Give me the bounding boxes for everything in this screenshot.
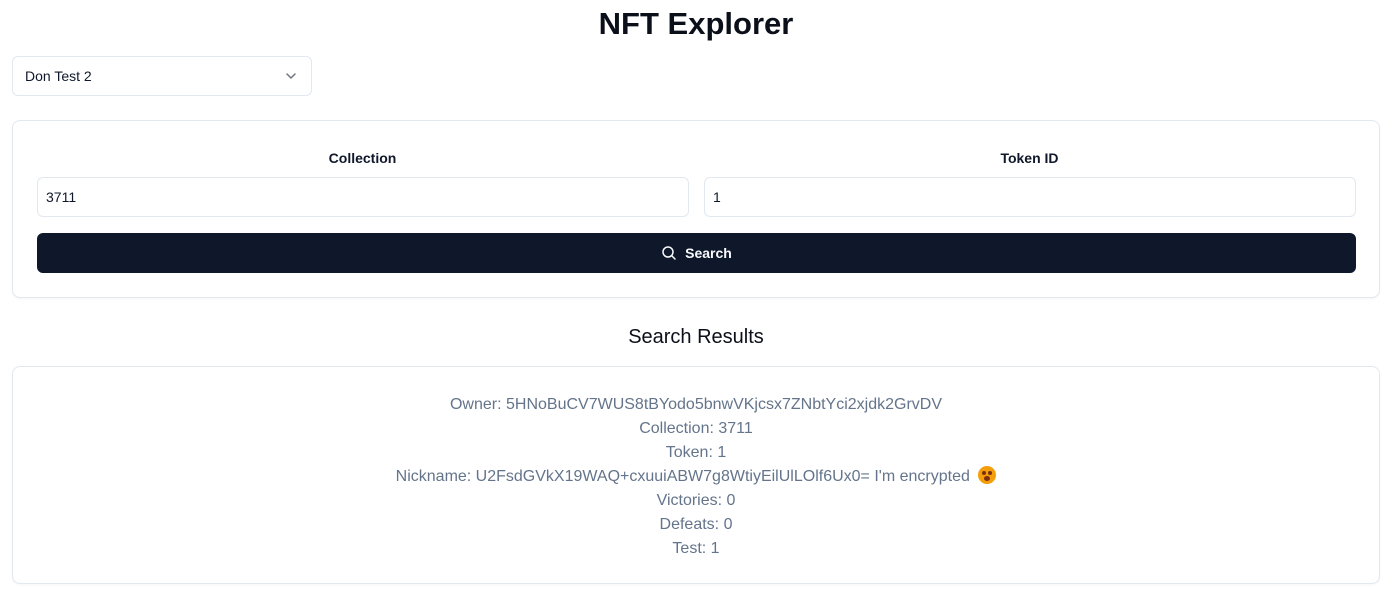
search-icon (661, 245, 677, 261)
results-heading: Search Results (628, 326, 764, 348)
result-test: Test: 1 (672, 540, 720, 557)
chevron-down-icon (283, 68, 299, 84)
result-nickname: Nickname: U2FsdGVkX19WAQ+cxuuiABW7g8Wtiy… (395, 468, 970, 485)
result-token: Token: 1 (665, 444, 727, 461)
page-title: NFT Explorer (598, 6, 794, 41)
results-card: Owner: 5HNoBuCV7WUS8tBYodo5bnwVKjcsx7ZNb… (12, 366, 1380, 584)
token-id-label: Token ID (1000, 150, 1059, 166)
search-button[interactable]: Search (37, 233, 1356, 273)
result-owner: Owner: 5HNoBuCV7WUS8tBYodo5bnwVKjcsx7ZNb… (449, 396, 943, 413)
astonished-face-icon (978, 466, 997, 484)
network-select-value: Don Test 2 (25, 68, 92, 84)
token-id-input[interactable] (704, 177, 1356, 217)
result-nickname-row: Nickname: U2FsdGVkX19WAQ+cxuuiABW7g8Wtiy… (13, 465, 1379, 489)
result-collection: Collection: 3711 (639, 420, 753, 437)
collection-input[interactable] (37, 177, 689, 217)
result-victories: Victories: 0 (656, 492, 736, 509)
result-defeats: Defeats: 0 (659, 516, 733, 533)
collection-label: Collection (328, 150, 397, 166)
network-select[interactable]: Don Test 2 (12, 56, 312, 96)
search-button-label: Search (685, 245, 732, 261)
search-card: Collection Token ID Search (12, 120, 1380, 298)
